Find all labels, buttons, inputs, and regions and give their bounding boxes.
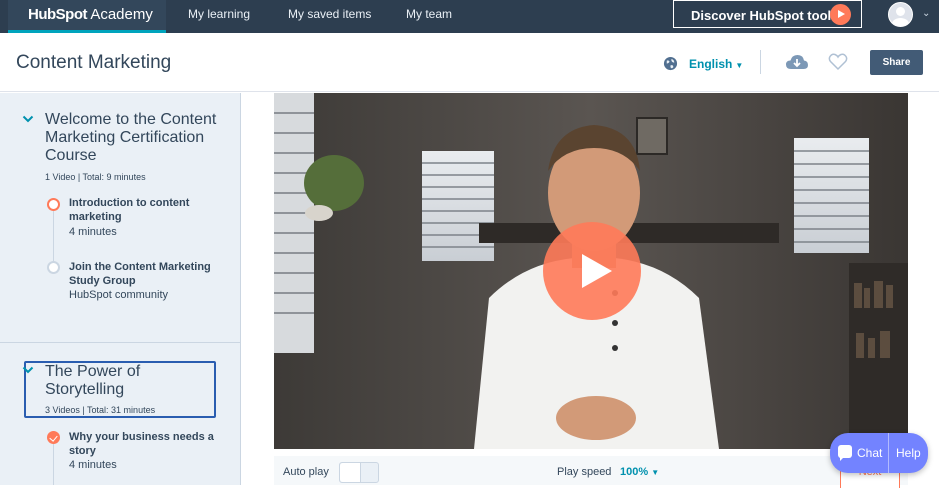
discover-tools-label: Discover HubSpot tools bbox=[691, 8, 839, 23]
progress-line bbox=[53, 211, 54, 267]
lesson-title[interactable]: Why your business needs a story bbox=[69, 430, 219, 458]
autoplay-label: Auto play bbox=[283, 466, 329, 478]
chevron-down-icon[interactable] bbox=[22, 364, 34, 376]
chat-widget: Chat Help bbox=[830, 433, 928, 473]
play-speed-selector[interactable]: 100% ▼ bbox=[620, 466, 659, 478]
discover-tools-button[interactable]: Discover HubSpot tools bbox=[673, 0, 862, 28]
brand-prefix: HubSpot bbox=[28, 6, 87, 23]
nav-my-learning[interactable]: My learning bbox=[188, 7, 250, 21]
divider bbox=[760, 50, 761, 74]
help-button[interactable]: Help bbox=[890, 433, 928, 473]
language-selector[interactable]: English ▼ bbox=[689, 57, 743, 71]
share-button[interactable]: Share bbox=[870, 50, 923, 75]
chat-bubble-icon bbox=[838, 445, 852, 461]
completed-check-icon bbox=[47, 431, 60, 444]
play-icon bbox=[830, 4, 851, 25]
lesson-duration: 4 minutes bbox=[69, 226, 117, 238]
nav-my-team[interactable]: My team bbox=[406, 7, 452, 21]
lesson-subtitle: HubSpot community bbox=[69, 289, 169, 301]
section-divider bbox=[0, 342, 240, 343]
chevron-down-icon[interactable]: ⌄ bbox=[922, 8, 930, 19]
caret-down-icon: ▼ bbox=[735, 61, 744, 70]
language-label: English bbox=[689, 57, 733, 71]
nav-my-saved-items[interactable]: My saved items bbox=[288, 7, 371, 21]
globe-icon bbox=[663, 56, 678, 71]
lesson-title[interactable]: Introduction to content marketing bbox=[69, 196, 219, 224]
chat-label: Chat bbox=[857, 446, 883, 460]
section-title[interactable]: Welcome to the Content Marketing Certifi… bbox=[45, 111, 225, 165]
course-sidebar: Welcome to the Content Marketing Certifi… bbox=[0, 93, 241, 485]
play-speed-label: Play speed bbox=[557, 466, 612, 478]
caret-down-icon: ▼ bbox=[651, 468, 660, 477]
course-header: Content Marketing English ▼ Share bbox=[0, 33, 939, 92]
section-meta: 3 Videos | Total: 31 minutes bbox=[45, 405, 156, 415]
progress-line bbox=[53, 443, 54, 485]
section-title[interactable]: The Power of Storytelling bbox=[45, 363, 205, 399]
not-started-dot bbox=[47, 261, 60, 274]
section-meta: 1 Video | Total: 9 minutes bbox=[45, 172, 146, 182]
play-button[interactable] bbox=[543, 222, 641, 320]
chevron-down-icon[interactable] bbox=[22, 113, 34, 125]
avatar[interactable] bbox=[888, 2, 913, 27]
chat-button[interactable]: Chat bbox=[830, 433, 889, 473]
heart-icon[interactable] bbox=[828, 52, 848, 71]
help-label: Help bbox=[896, 446, 921, 460]
top-nav: HubSpot Academy My learning My saved ite… bbox=[0, 0, 939, 33]
page-title: Content Marketing bbox=[16, 52, 172, 73]
brand-suffix: Academy bbox=[90, 6, 153, 23]
lesson-title[interactable]: Join the Content Marketing Study Group bbox=[69, 260, 219, 288]
autoplay-toggle[interactable] bbox=[339, 462, 379, 483]
cloud-download-icon[interactable] bbox=[785, 53, 809, 71]
lesson-duration: 4 minutes bbox=[69, 459, 117, 471]
play-speed-value: 100% bbox=[620, 466, 649, 478]
brand-logo[interactable]: HubSpot Academy bbox=[8, 0, 166, 33]
in-progress-dot bbox=[47, 198, 60, 211]
